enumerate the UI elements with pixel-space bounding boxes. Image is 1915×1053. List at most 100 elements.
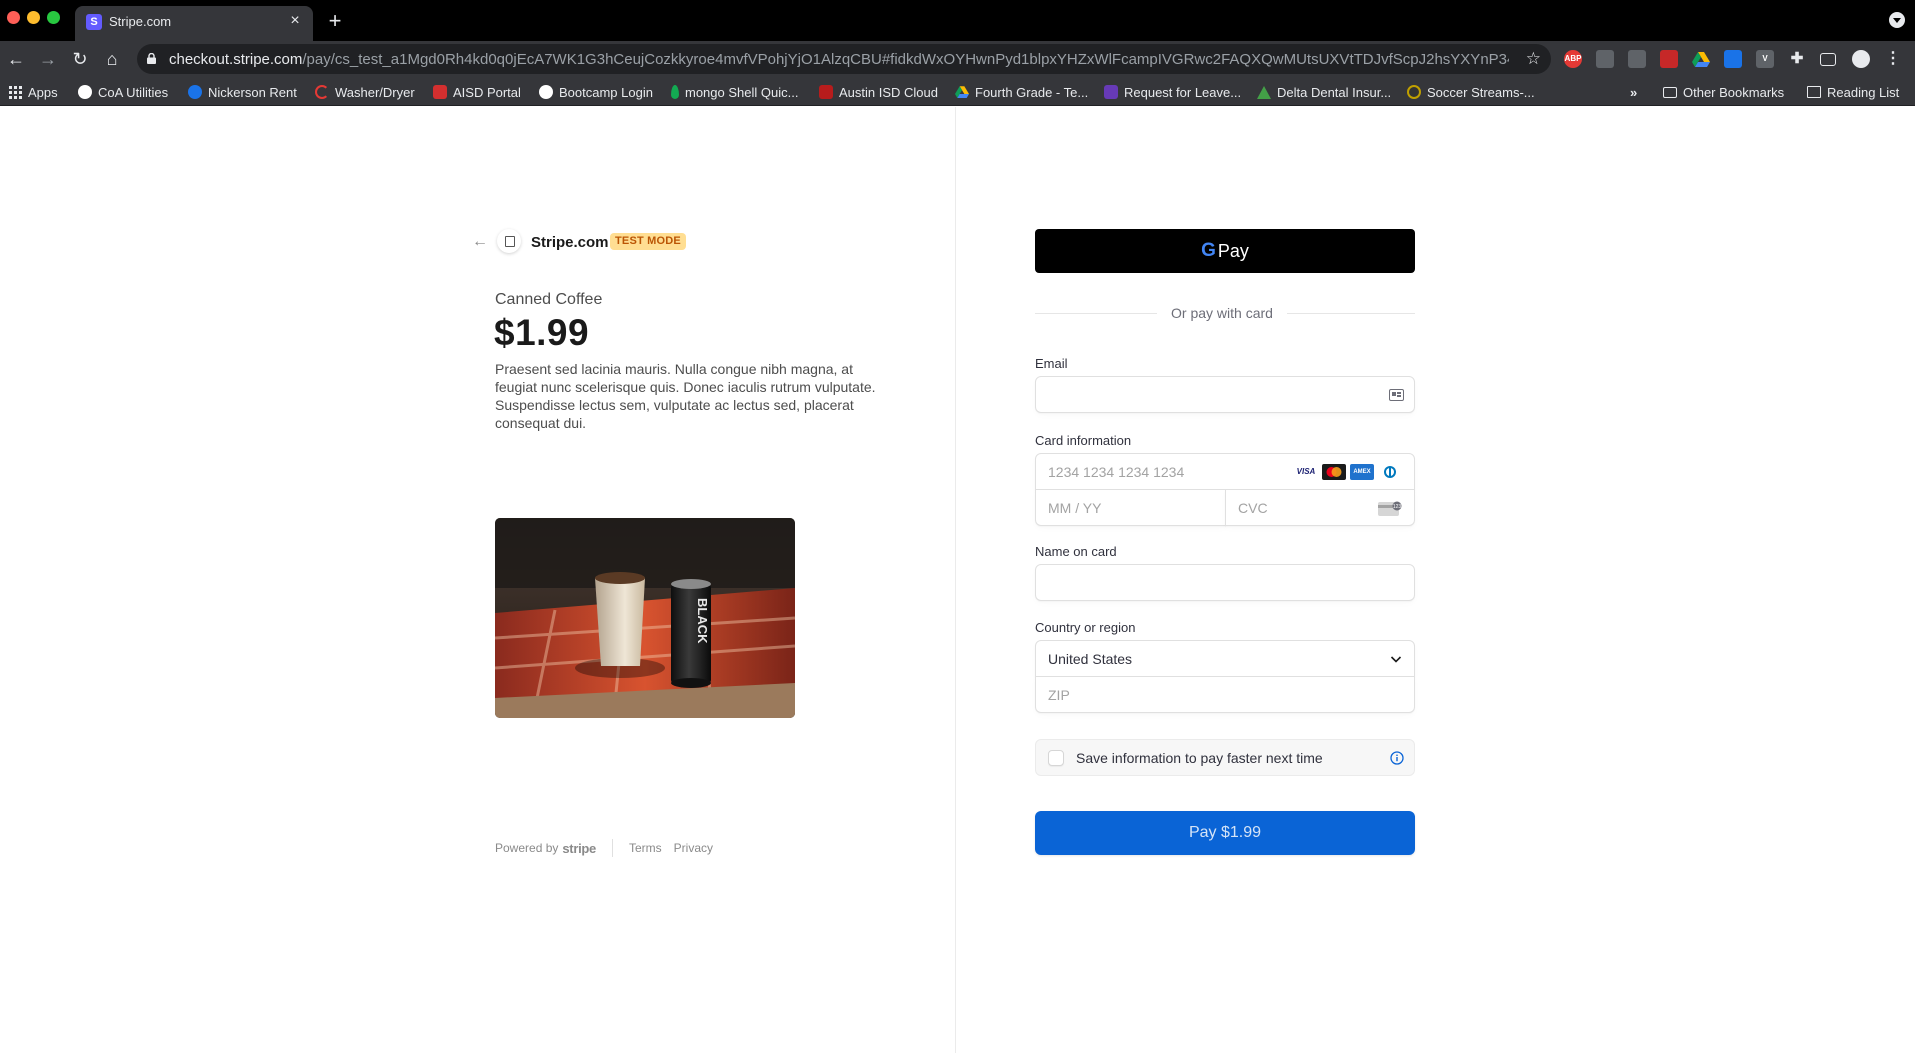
nickerson-icon <box>188 85 202 99</box>
email-label: Email <box>1035 356 1068 371</box>
back-icon[interactable]: ← <box>5 48 27 70</box>
back-arrow-icon[interactable]: ← <box>472 233 490 251</box>
product-image: BLACK <box>495 518 795 718</box>
extension-icon[interactable] <box>1596 50 1614 68</box>
extension-icon[interactable] <box>1660 50 1678 68</box>
test-mode-badge: TEST MODE <box>610 233 686 250</box>
amex-icon: AMEX <box>1350 464 1374 480</box>
bookmark-coa-utilities[interactable]: CoA Utilities <box>78 83 168 101</box>
reload-icon[interactable]: ↻ <box>69 48 91 70</box>
bookmarks-bar: Apps CoA Utilities Nickerson Rent Washer… <box>0 77 1915 106</box>
privacy-link[interactable]: Privacy <box>674 841 713 855</box>
minimize-window-button[interactable] <box>27 11 40 24</box>
coa-icon <box>78 85 92 99</box>
checkout-footer: Powered by stripe Terms Privacy <box>495 839 725 857</box>
zip-input[interactable] <box>1036 677 1414 712</box>
bookmark-request-for-leave[interactable]: Request for Leave... <box>1104 83 1241 101</box>
info-icon[interactable] <box>1390 751 1404 765</box>
card-number-field: VISA mastercard AMEX diners <box>1035 453 1415 490</box>
cvc-field: 123 <box>1225 489 1415 526</box>
extensions-puzzle-icon[interactable]: ✚ <box>1788 50 1806 68</box>
adblock-icon[interactable]: ABP <box>1564 50 1582 68</box>
bookmark-soccer-streams[interactable]: Soccer Streams-... <box>1407 83 1535 101</box>
other-bookmarks[interactable]: Other Bookmarks <box>1663 83 1784 101</box>
product-name: Canned Coffee <box>495 291 603 308</box>
google-g-icon: G <box>1201 240 1216 261</box>
bookmark-aisd-portal[interactable]: AISD Portal <box>433 83 521 101</box>
extension-icon[interactable] <box>1724 50 1742 68</box>
bookmark-bootcamp-login[interactable]: Bootcamp Login <box>539 83 653 101</box>
aisd-icon <box>433 85 447 99</box>
svg-text:123: 123 <box>1393 504 1402 510</box>
bookmark-mongo-shell[interactable]: mongo Shell Quic... <box>671 83 798 101</box>
stripe-favicon-icon: S <box>86 14 102 30</box>
maximize-window-button[interactable] <box>47 11 60 24</box>
stripe-logo[interactable]: stripe <box>562 841 596 856</box>
close-tab-icon[interactable]: × <box>285 11 305 31</box>
visa-icon: VISA <box>1294 464 1318 480</box>
terms-link[interactable]: Terms <box>629 841 662 855</box>
save-info-checkbox[interactable] <box>1048 749 1064 766</box>
forward-icon[interactable]: → <box>37 48 59 70</box>
powered-by-text: Powered by <box>495 841 559 855</box>
close-window-button[interactable] <box>7 11 20 24</box>
order-summary-pane: ← Stripe.com TEST MODE Canned Coffee $1.… <box>0 107 955 1053</box>
folder-icon <box>1663 86 1677 98</box>
merchant-store-icon <box>497 229 521 253</box>
email-field-wrapper <box>1035 376 1415 413</box>
bookmark-washer-dryer[interactable]: Washer/Dryer <box>315 83 415 101</box>
product-description: Praesent sed lacinia mauris. Nulla congu… <box>495 361 876 431</box>
new-tab-button[interactable]: + <box>323 9 347 33</box>
browser-tab[interactable]: S Stripe.com × <box>75 6 313 41</box>
contact-card-icon[interactable] <box>1389 389 1404 401</box>
expiry-input[interactable] <box>1036 490 1225 525</box>
mastercard-icon: mastercard <box>1322 464 1346 480</box>
or-pay-with-card-text: Or pay with card <box>1157 305 1287 321</box>
country-region-label: Country or region <box>1035 620 1136 635</box>
chevron-down-icon <box>1390 656 1402 663</box>
google-pay-button[interactable]: G Pay <box>1035 229 1415 273</box>
bookmark-apps[interactable]: Apps <box>9 83 58 101</box>
bookmark-fourth-grade[interactable]: Fourth Grade - Te... <box>955 83 1088 101</box>
bootcamp-icon <box>539 85 553 99</box>
bookmark-delta-dental[interactable]: Delta Dental Insur... <box>1257 83 1391 101</box>
google-drive-icon[interactable] <box>1692 50 1710 68</box>
profile-avatar[interactable] <box>1852 50 1870 68</box>
pay-button[interactable]: Pay $1.99 <box>1035 811 1415 855</box>
reading-list[interactable]: Reading List <box>1807 83 1899 101</box>
soccer-icon <box>1407 85 1421 99</box>
google-drive-icon <box>955 85 969 98</box>
email-input[interactable] <box>1036 377 1414 412</box>
washer-icon <box>315 85 329 99</box>
address-bar[interactable]: checkout.stripe.com/pay/cs_test_a1Mgd0Rh… <box>137 44 1551 74</box>
tab-search-icon[interactable] <box>1889 12 1905 28</box>
extension-icon[interactable]: V <box>1756 50 1774 68</box>
diners-club-icon: diners <box>1378 464 1402 480</box>
product-price: $1.99 <box>494 312 590 353</box>
country-select[interactable]: United States <box>1035 640 1415 677</box>
cast-icon[interactable] <box>1820 53 1836 66</box>
lock-icon <box>147 53 156 64</box>
name-on-card-field <box>1035 564 1415 601</box>
footer-divider <box>611 839 613 857</box>
bookmark-nickerson-rent[interactable]: Nickerson Rent <box>188 83 297 101</box>
browser-tab-bar: S Stripe.com × + <box>0 0 1915 41</box>
browser-toolbar: ← → ↻ ⌂ checkout.stripe.com/pay/cs_test_… <box>0 41 1915 77</box>
google-pay-label: Pay <box>1217 240 1249 261</box>
bookmark-star-icon[interactable]: ☆ <box>1526 49 1541 69</box>
country-select-value: United States <box>1048 650 1133 667</box>
save-info-row[interactable]: Save information to pay faster next time <box>1035 739 1415 776</box>
menu-kebab-icon[interactable]: ⋮ <box>1884 50 1902 68</box>
delta-dental-icon <box>1257 85 1271 99</box>
reading-list-icon <box>1807 86 1821 98</box>
merchant-name: Stripe.com <box>531 234 609 251</box>
home-icon[interactable]: ⌂ <box>101 48 123 70</box>
name-on-card-input[interactable] <box>1036 565 1414 600</box>
card-information-label: Card information <box>1035 433 1132 448</box>
tab-title: Stripe.com <box>109 14 172 29</box>
checkout-page: ← Stripe.com TEST MODE Canned Coffee $1.… <box>0 107 1915 1053</box>
name-on-card-label: Name on card <box>1035 544 1117 559</box>
more-bookmarks-chevron-icon[interactable]: » <box>1630 83 1637 101</box>
bookmark-austin-isd-cloud[interactable]: Austin ISD Cloud <box>819 83 938 101</box>
extension-icon[interactable] <box>1628 50 1646 68</box>
